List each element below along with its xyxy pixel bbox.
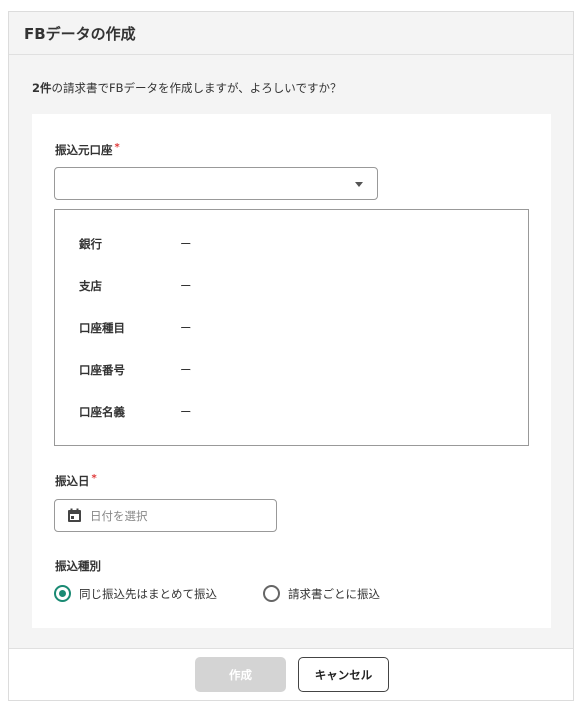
info-value: ー [180, 279, 192, 293]
info-key: 支店 [79, 279, 102, 293]
info-value: ー [180, 405, 192, 419]
dialog-body: 2件の請求書でFBデータを作成しますが、よろしいですか？ 振込元口座 * 銀行 ー… [9, 55, 573, 650]
dialog-title: FBデータの作成 [9, 12, 573, 55]
cancel-button[interactable]: キャンセル [298, 657, 389, 692]
account-info-box: 銀行 ー 支店 ー 口座種目 ー 口座番号 ー 口座名義 ー [54, 209, 529, 446]
required-mark: * [114, 142, 120, 153]
info-key: 口座名義 [79, 405, 125, 419]
create-button[interactable]: 作成 [195, 657, 286, 692]
info-value: ー [180, 237, 192, 251]
confirm-count: 2件 [32, 81, 52, 95]
source-account-label: 振込元口座 * [55, 142, 120, 158]
dialog-footer: 作成 キャンセル [9, 648, 573, 700]
chevron-down-icon [355, 182, 363, 187]
transfer-date-picker[interactable]: 日付を選択 [54, 499, 277, 532]
source-account-select[interactable] [54, 167, 378, 200]
transfer-date-label: 振込日 * [55, 473, 97, 489]
transfer-type-label: 振込種別 [55, 559, 101, 573]
confirm-text: の請求書でFBデータを作成しますが、よろしいですか？ [51, 81, 342, 95]
radio-label: 同じ振込先はまとめて振込 [79, 587, 217, 601]
info-key: 銀行 [79, 237, 102, 251]
calendar-icon [68, 508, 81, 522]
transfer-date-label-text: 振込日 [55, 474, 90, 488]
info-value: ー [180, 321, 192, 335]
info-key: 口座番号 [79, 363, 125, 377]
required-mark: * [91, 473, 97, 484]
form-panel: 振込元口座 * 銀行 ー 支店 ー 口座種目 ー 口座番号 ー 口座名義 ー 振… [32, 114, 551, 628]
confirm-message: 2件の請求書でFBデータを作成しますが、よろしいですか？ [32, 80, 341, 96]
source-account-label-text: 振込元口座 [55, 143, 113, 157]
radio-label: 請求書ごとに振込 [288, 587, 380, 601]
fb-data-dialog: FBデータの作成 2件の請求書でFBデータを作成しますが、よろしいですか？ 振込… [8, 11, 574, 701]
radio-unchecked-icon [263, 585, 280, 602]
date-placeholder: 日付を選択 [90, 509, 148, 523]
info-key: 口座種目 [79, 321, 125, 335]
radio-checked-icon [54, 585, 71, 602]
info-value: ー [180, 363, 192, 377]
